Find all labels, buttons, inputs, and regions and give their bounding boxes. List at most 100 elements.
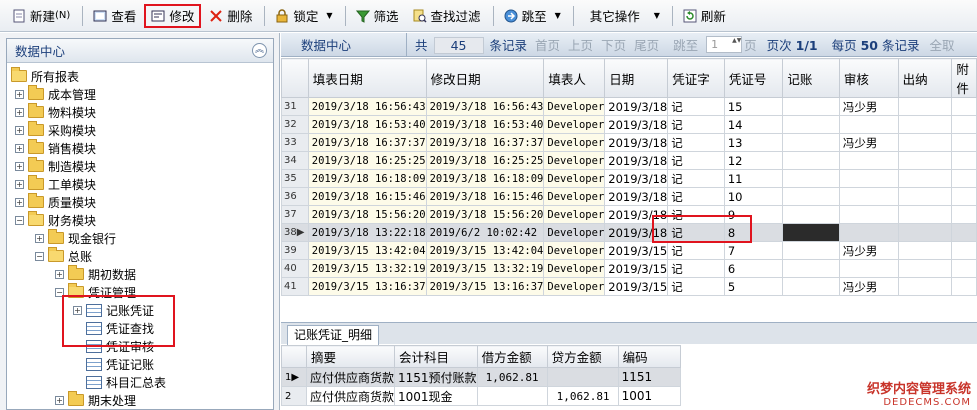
collapse-node-icon[interactable]: − xyxy=(35,251,44,261)
table-cell[interactable]: 2019/3/18 13:22:18 xyxy=(307,223,427,242)
table-cell[interactable]: 7 xyxy=(723,241,784,260)
table-cell[interactable]: 15 xyxy=(723,97,784,116)
table-cell[interactable]: 2019/3/15 13:32:19 xyxy=(425,259,545,278)
table-row[interactable]: 40 2019/3/15 13:32:19 2019/3/15 13:32:19 De… xyxy=(281,259,977,278)
table-cell[interactable]: 2019/3/15 13:42:04 xyxy=(307,241,427,260)
table-cell[interactable] xyxy=(897,241,953,260)
table-cell[interactable] xyxy=(838,187,899,206)
column-header[interactable]: 贷方金额 xyxy=(546,345,619,368)
lock-button[interactable]: 锁定 ▼ xyxy=(269,4,338,28)
table-cell[interactable] xyxy=(782,169,840,188)
table-cell[interactable] xyxy=(782,187,840,206)
table-row[interactable]: 36 2019/3/18 16:15:46 2019/3/18 16:15:46 De… xyxy=(281,187,977,206)
table-cell[interactable]: Developer xyxy=(543,187,606,206)
table-cell[interactable] xyxy=(782,133,840,152)
table-cell[interactable]: 记 xyxy=(667,115,725,134)
refresh-button[interactable]: 刷新 xyxy=(677,4,732,28)
table-cell[interactable]: 2019/3/15 xyxy=(604,241,669,260)
table-cell[interactable]: Developer xyxy=(543,241,606,260)
table-row[interactable]: 1▶ 应付供应商货款 1151预付账款 1,062.81 1151 xyxy=(281,367,681,387)
table-cell[interactable]: 2019/3/18 xyxy=(604,97,669,116)
column-header[interactable]: 附件 xyxy=(951,58,977,98)
table-cell[interactable]: Developer xyxy=(543,97,606,116)
tree-node-root[interactable]: 所有报表 xyxy=(11,67,79,85)
page-input[interactable]: 1 xyxy=(706,36,743,53)
table-cell[interactable]: 记 xyxy=(667,259,725,278)
table-cell[interactable] xyxy=(951,169,977,188)
table-cell[interactable]: 10 xyxy=(723,187,784,206)
column-header[interactable]: 借方金额 xyxy=(476,345,548,368)
table-cell[interactable]: 2019/3/18 16:56:43 xyxy=(425,97,545,116)
table-cell[interactable]: 1,062.81 xyxy=(476,367,548,387)
table-cell[interactable]: 记 xyxy=(667,97,725,116)
table-cell[interactable]: 应付供应商货款 xyxy=(305,367,396,387)
table-cell[interactable]: 记 xyxy=(667,187,725,206)
table-cell[interactable] xyxy=(838,151,899,170)
expand-icon[interactable]: + xyxy=(15,143,24,153)
column-header[interactable]: 出纳 xyxy=(897,58,953,98)
table-row[interactable]: 33 2019/3/18 16:37:37 2019/3/18 16:37:37 De… xyxy=(281,133,977,152)
expand-icon[interactable]: + xyxy=(15,179,24,189)
expand-icon[interactable]: + xyxy=(15,89,24,99)
last-page-link[interactable]: 尾页 xyxy=(634,35,659,54)
table-cell[interactable] xyxy=(782,205,840,224)
table-cell[interactable] xyxy=(951,259,977,278)
table-cell[interactable] xyxy=(782,97,840,116)
table-cell[interactable] xyxy=(897,187,953,206)
table-cell[interactable] xyxy=(897,223,953,242)
delete-button[interactable]: 删除 xyxy=(203,4,258,28)
table-cell[interactable]: 2019/3/18 16:37:37 xyxy=(307,133,427,152)
other-ops-button[interactable]: 其它操作 ▼ xyxy=(578,4,666,28)
table-row[interactable]: 38▶ 2019/3/18 13:22:18 2019/6/2 10:02:42 De… xyxy=(281,223,977,242)
table-cell[interactable] xyxy=(951,133,977,152)
table-cell[interactable]: 2019/3/18 16:56:43 xyxy=(307,97,427,116)
table-cell[interactable]: 13 xyxy=(723,133,784,152)
expand-icon[interactable]: + xyxy=(15,197,24,207)
table-cell[interactable]: Developer xyxy=(543,223,606,242)
table-cell[interactable]: 2019/3/18 16:25:25 xyxy=(307,151,427,170)
table-cell[interactable]: 记 xyxy=(667,169,725,188)
expand-icon[interactable]: + xyxy=(55,395,64,405)
table-cell[interactable] xyxy=(897,205,953,224)
table-cell[interactable] xyxy=(897,115,953,134)
table-cell[interactable]: 记 xyxy=(667,133,725,152)
table-cell[interactable] xyxy=(897,133,953,152)
table-cell[interactable]: 记 xyxy=(667,241,725,260)
table-cell[interactable]: 2019/3/18 16:15:46 xyxy=(425,187,545,206)
column-header[interactable]: 填表日期 xyxy=(307,58,427,98)
column-header[interactable]: 记账 xyxy=(782,58,840,98)
column-header[interactable]: 修改日期 xyxy=(425,58,545,98)
table-cell[interactable]: 2019/3/18 xyxy=(604,115,669,134)
table-cell[interactable]: 2019/3/15 13:32:19 xyxy=(307,259,427,278)
table-cell[interactable] xyxy=(782,259,840,278)
table-cell[interactable] xyxy=(951,115,977,134)
table-cell[interactable] xyxy=(838,169,899,188)
table-cell[interactable] xyxy=(897,259,953,278)
tree-node-material[interactable]: + 物料模块 xyxy=(15,103,96,121)
table-cell[interactable]: 2019/3/15 13:16:37 xyxy=(425,277,545,296)
table-cell[interactable] xyxy=(838,223,899,242)
table-cell[interactable] xyxy=(951,223,977,242)
column-header[interactable]: 凭证号 xyxy=(723,58,784,98)
table-cell[interactable]: 冯少男 xyxy=(838,277,899,296)
table-cell[interactable]: Developer xyxy=(543,133,606,152)
tree-node-summary[interactable]: 科目汇总表 xyxy=(86,373,166,391)
table-row[interactable]: 37 2019/3/18 15:56:20 2019/3/18 15:56:20 De… xyxy=(281,205,977,224)
jump-button[interactable]: 跳至 ▼ xyxy=(498,4,567,28)
table-cell[interactable]: Developer xyxy=(543,277,606,296)
column-header[interactable]: 凭证字 xyxy=(667,58,725,98)
table-cell[interactable] xyxy=(782,277,840,296)
collapse-node-icon[interactable]: − xyxy=(15,215,24,225)
column-header[interactable]: 会计科目 xyxy=(394,345,478,368)
tree-node-sales[interactable]: + 销售模块 xyxy=(15,139,96,157)
next-page-link[interactable]: 下页 xyxy=(601,35,626,54)
column-header[interactable]: 编码 xyxy=(617,345,681,368)
tree-node-init[interactable]: + 期初数据 xyxy=(55,265,136,283)
tree-node-manufacture[interactable]: + 制造模块 xyxy=(15,157,96,175)
tree-node-purchase[interactable]: + 采购模块 xyxy=(15,121,96,139)
table-cell[interactable]: 11 xyxy=(723,169,784,188)
table-cell[interactable] xyxy=(782,241,840,260)
table-row[interactable]: 34 2019/3/18 16:25:25 2019/3/18 16:25:25 De… xyxy=(281,151,977,170)
table-row[interactable]: 41 2019/3/15 13:16:37 2019/3/15 13:16:37 De… xyxy=(281,277,977,296)
table-cell[interactable]: 2019/3/18 15:56:20 xyxy=(307,205,427,224)
